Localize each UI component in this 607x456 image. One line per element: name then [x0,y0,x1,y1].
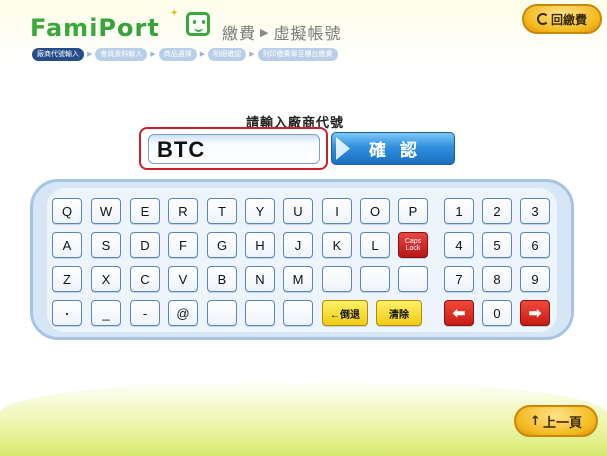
key-i[interactable]: I [322,198,352,224]
key-g[interactable]: G [207,232,237,258]
breadcrumb-step-member-info: 會員資料輸入 [95,47,148,61]
key-o[interactable]: O [360,198,390,224]
key-8[interactable]: 8 [482,266,512,292]
logo-text-port: Port [98,14,160,42]
blank-key[interactable] [207,300,237,326]
smiley-face-icon [186,12,210,36]
key-at[interactable]: @ [168,300,198,326]
key-u[interactable]: U [283,198,313,224]
key-hyphen[interactable]: - [130,300,160,326]
key-h[interactable]: H [245,232,275,258]
key-d[interactable]: D [130,232,160,258]
key-9[interactable]: 9 [520,266,550,292]
key-underscore[interactable]: _ [91,300,121,326]
breadcrumb-step-confirm: 明細確認 [208,47,247,61]
blank-key[interactable] [283,300,313,326]
breadcrumb-step-print: 列印繳費單至櫃台繳費 [257,47,338,61]
blank-key[interactable] [245,300,275,326]
confirm-button[interactable]: 確認 [331,132,455,165]
key-j[interactable]: J [283,232,313,258]
return-label: 回繳費 [550,12,587,27]
caps-lock-key[interactable]: Caps Lock [398,232,428,258]
key-6[interactable]: 6 [520,232,550,258]
caps-lock-line2: Lock [405,245,421,252]
page-title: 繳費 ▶ 虛擬帳號 [222,20,342,44]
key-f[interactable]: F [168,232,198,258]
right-arrow-key[interactable]: ➡ [520,300,550,326]
key-s[interactable]: S [91,232,121,258]
key-t[interactable]: T [207,198,237,224]
key-r[interactable]: R [168,198,198,224]
key-c[interactable]: C [130,266,160,292]
key-y[interactable]: Y [245,198,275,224]
key-b[interactable]: B [207,266,237,292]
key-p[interactable]: P [398,198,428,224]
logo-text-fami: Fami [30,14,99,42]
key-l[interactable]: L [360,232,390,258]
caps-lock-line1: Caps [404,238,422,245]
breadcrumb-arrow-icon: ▶ [87,50,93,58]
confirm-label: 確認 [369,141,431,161]
breadcrumb-arrow-icon: ▶ [249,50,255,58]
clear-key[interactable]: 清除 [376,300,422,326]
key-z[interactable]: Z [52,266,82,292]
key-q[interactable]: Q [52,198,82,224]
breadcrumb-step-product: 商品選擇 [158,47,197,61]
previous-page-label: 上一頁 [542,415,582,431]
key-7[interactable]: 7 [444,266,474,292]
backspace-key[interactable]: ←倒退 [322,300,368,326]
key-v[interactable]: V [168,266,198,292]
key-a[interactable]: A [52,232,82,258]
key-k[interactable]: K [322,232,352,258]
blank-key[interactable] [360,266,390,292]
breadcrumb-arrow-icon: ▶ [150,50,156,58]
famiport-logo: Fami Port [30,14,160,42]
key-n[interactable]: N [245,266,275,292]
key-x[interactable]: X [91,266,121,292]
sparkle-icon: ✦ [170,8,179,19]
key-4[interactable]: 4 [444,232,474,258]
key-m[interactable]: M [283,266,313,292]
breadcrumb-arrow-icon: ▶ [199,50,206,58]
up-arrow-icon: ↑ [530,413,541,429]
key-1[interactable]: 1 [444,198,474,224]
key-0[interactable]: 0 [482,300,512,326]
key-3[interactable]: 3 [520,198,550,224]
breadcrumb-step-vendor-code: 廠商代號輸入 [32,47,84,61]
key-w[interactable]: W [91,198,121,224]
page-title-category: 繳費 [222,24,257,43]
previous-page-button[interactable]: ↑ 上一頁 [514,405,598,437]
blank-key[interactable] [322,266,352,292]
key-e[interactable]: E [130,198,160,224]
key-dot[interactable]: · [52,300,82,326]
return-circle-icon [536,13,549,25]
left-arrow-key[interactable]: ⬅ [444,300,474,326]
key-2[interactable]: 2 [482,198,512,224]
confirm-arrow-icon [336,137,350,160]
key-5[interactable]: 5 [482,232,512,258]
vendor-code-input[interactable]: BTC [148,134,320,164]
breadcrumb: 廠商代號輸入 ▶ 會員資料輸入 ▶ 商品選擇 ▶ 明細確認 ▶ 列印繳費單至櫃台… [32,47,338,61]
page-title-subcategory: 虛擬帳號 [273,24,342,43]
return-to-payment-button[interactable]: 回繳費 [522,4,602,34]
triangle-right-icon: ▶ [260,25,270,39]
blank-key[interactable] [398,266,428,292]
